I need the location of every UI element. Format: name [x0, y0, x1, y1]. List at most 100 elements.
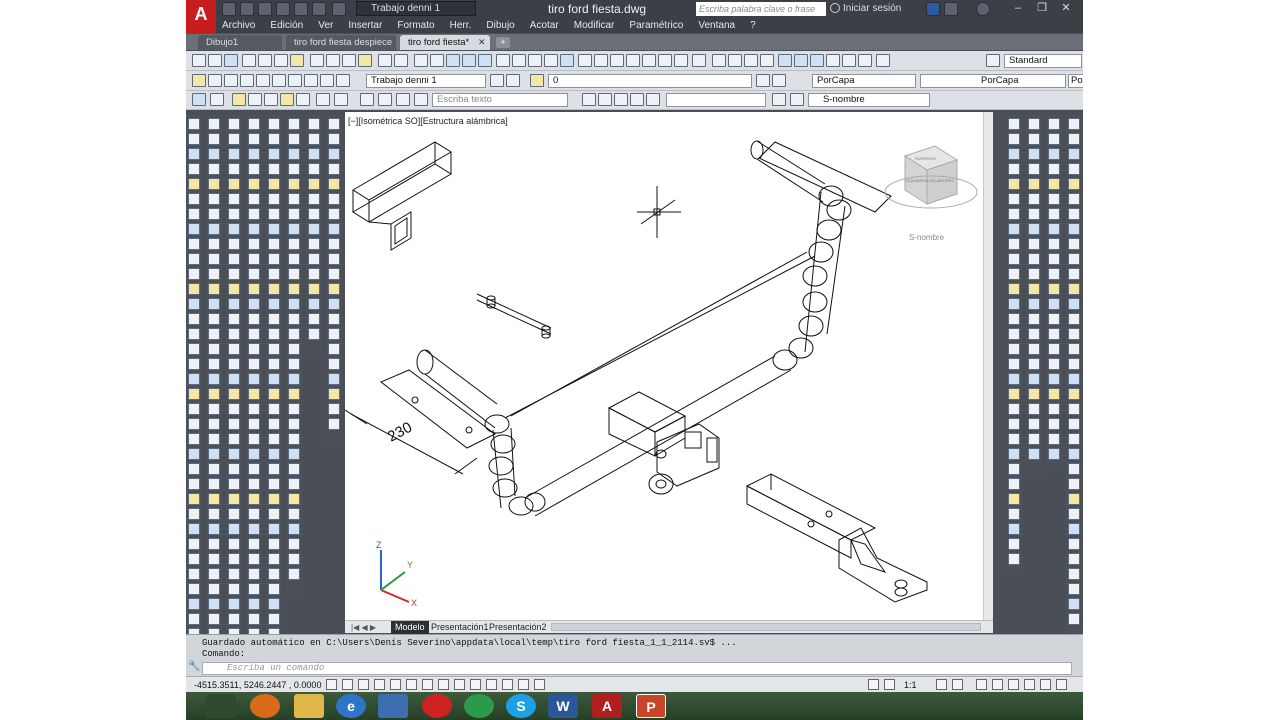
- palette-tool-icon[interactable]: [248, 238, 260, 250]
- 3d-orbit-icon[interactable]: [192, 93, 206, 106]
- palette-tool-icon[interactable]: [188, 583, 200, 595]
- palette-tool-icon[interactable]: [228, 418, 240, 430]
- layer-freeze-icon[interactable]: [304, 74, 318, 87]
- palette-tool-icon[interactable]: [268, 373, 280, 385]
- palette-tool-icon[interactable]: [1028, 328, 1040, 340]
- palette-tool-icon[interactable]: [1008, 193, 1020, 205]
- palette-tool-icon[interactable]: [228, 478, 240, 490]
- menu-herr[interactable]: Herr.: [444, 18, 478, 33]
- palette-tool-icon[interactable]: [1048, 373, 1060, 385]
- cut-icon-2[interactable]: [626, 54, 640, 67]
- tab-presentacion2[interactable]: Presentación2: [485, 621, 551, 634]
- palette-tool-icon[interactable]: [268, 238, 280, 250]
- palette-tool-icon[interactable]: [1008, 208, 1020, 220]
- palette-tool-icon[interactable]: [1028, 313, 1040, 325]
- paste-icon-2[interactable]: [658, 54, 672, 67]
- layer-states-icon[interactable]: [224, 74, 238, 87]
- palette-tool-icon[interactable]: [328, 418, 340, 430]
- palette-tool-icon[interactable]: [188, 268, 200, 280]
- palette-tool-icon[interactable]: [1028, 163, 1040, 175]
- palette-tool-icon[interactable]: [188, 193, 200, 205]
- palette-tool-icon[interactable]: [328, 403, 340, 415]
- palette-tool-icon[interactable]: [208, 343, 220, 355]
- lineweight-icon[interactable]: [486, 679, 497, 690]
- palette-tool-icon[interactable]: [248, 373, 260, 385]
- palette-tool-icon[interactable]: [288, 298, 300, 310]
- layer-dropdown[interactable]: 0: [548, 74, 752, 88]
- palette-tool-icon[interactable]: [268, 433, 280, 445]
- viewcube-front-label[interactable]: DELANTERO: [929, 178, 953, 183]
- palette-tool-icon[interactable]: [288, 508, 300, 520]
- palette-tool-icon[interactable]: [288, 208, 300, 220]
- new-icon[interactable]: [192, 54, 206, 67]
- palette-tool-icon[interactable]: [288, 433, 300, 445]
- palette-tool-icon[interactable]: [248, 493, 260, 505]
- palette-tool-icon[interactable]: [228, 343, 240, 355]
- palette-tool-icon[interactable]: [1008, 463, 1020, 475]
- palette-tool-icon[interactable]: [1048, 433, 1060, 445]
- palette-tool-icon[interactable]: [1068, 163, 1080, 175]
- palette-tool-icon[interactable]: [288, 148, 300, 160]
- palette-tool-icon[interactable]: [1008, 298, 1020, 310]
- palette-tool-icon[interactable]: [188, 418, 200, 430]
- palette-tool-icon[interactable]: [228, 193, 240, 205]
- firefox-icon[interactable]: [250, 694, 280, 718]
- palette-tool-icon[interactable]: [208, 253, 220, 265]
- palette-tool-icon[interactable]: [308, 148, 320, 160]
- palette-tool-icon[interactable]: [228, 133, 240, 145]
- a360-icon[interactable]: [944, 2, 958, 16]
- file-tab-tiro-ford-fiesta[interactable]: tiro ford fiesta*: [400, 35, 490, 50]
- chrome-icon[interactable]: [464, 694, 494, 718]
- palette-tool-icon[interactable]: [248, 283, 260, 295]
- help-icon[interactable]: [976, 2, 990, 16]
- camera-icon[interactable]: [316, 93, 330, 106]
- palette-tool-icon[interactable]: [288, 568, 300, 580]
- palette-tool-icon[interactable]: [228, 493, 240, 505]
- palette-tool-icon[interactable]: [188, 613, 200, 625]
- palette-tool-icon[interactable]: [1008, 268, 1020, 280]
- palette-tool-icon[interactable]: [308, 283, 320, 295]
- palette-tool-icon[interactable]: [268, 418, 280, 430]
- menu-insertar[interactable]: Insertar: [342, 18, 388, 33]
- palette-tool-icon[interactable]: [288, 313, 300, 325]
- palette-tool-icon[interactable]: [188, 163, 200, 175]
- palette-tool-icon[interactable]: [288, 388, 300, 400]
- palette-tool-icon[interactable]: [188, 388, 200, 400]
- palette-tool-icon[interactable]: [1008, 478, 1020, 490]
- autocad-logo-button[interactable]: A: [186, 0, 216, 34]
- palette-tool-icon[interactable]: [328, 178, 340, 190]
- mtext-icon[interactable]: [378, 93, 392, 106]
- palette-tool-icon[interactable]: [1028, 283, 1040, 295]
- palette-tool-icon[interactable]: [248, 133, 260, 145]
- palette-tool-icon[interactable]: [228, 568, 240, 580]
- palette-tool-icon[interactable]: [1008, 313, 1020, 325]
- palette-tool-icon[interactable]: [188, 568, 200, 580]
- viewcube-left-label[interactable]: IZQUIERDO: [906, 178, 928, 183]
- close-tab-icon[interactable]: ✕: [478, 37, 486, 48]
- palette-tool-icon[interactable]: [268, 583, 280, 595]
- palette-tool-icon[interactable]: [1048, 283, 1060, 295]
- palette-tool-icon[interactable]: [208, 433, 220, 445]
- palette-tool-icon[interactable]: [208, 328, 220, 340]
- powerpoint-icon[interactable]: P: [636, 694, 666, 718]
- palette-tool-icon[interactable]: [1028, 298, 1040, 310]
- palette-tool-icon[interactable]: [208, 448, 220, 460]
- palette-tool-icon[interactable]: [188, 343, 200, 355]
- palette-tool-icon[interactable]: [1048, 388, 1060, 400]
- palette-tool-icon[interactable]: [228, 508, 240, 520]
- palette-tool-icon[interactable]: [328, 163, 340, 175]
- zoom-previous-icon[interactable]: [760, 54, 774, 67]
- palette-tool-icon[interactable]: [268, 208, 280, 220]
- palette-tool-icon[interactable]: [248, 613, 260, 625]
- render-icon[interactable]: [248, 93, 262, 106]
- grid-display-icon[interactable]: [358, 679, 369, 690]
- palette-tool-icon[interactable]: [248, 208, 260, 220]
- layer-off-icon[interactable]: [320, 74, 334, 87]
- palette-tool-icon[interactable]: [288, 418, 300, 430]
- palette-tool-icon[interactable]: [288, 538, 300, 550]
- palette-tool-icon[interactable]: [188, 403, 200, 415]
- palette-tool-icon[interactable]: [208, 133, 220, 145]
- palette-tool-icon[interactable]: [208, 358, 220, 370]
- palette-tool-icon[interactable]: [1008, 133, 1020, 145]
- palette-tool-icon[interactable]: [1068, 313, 1080, 325]
